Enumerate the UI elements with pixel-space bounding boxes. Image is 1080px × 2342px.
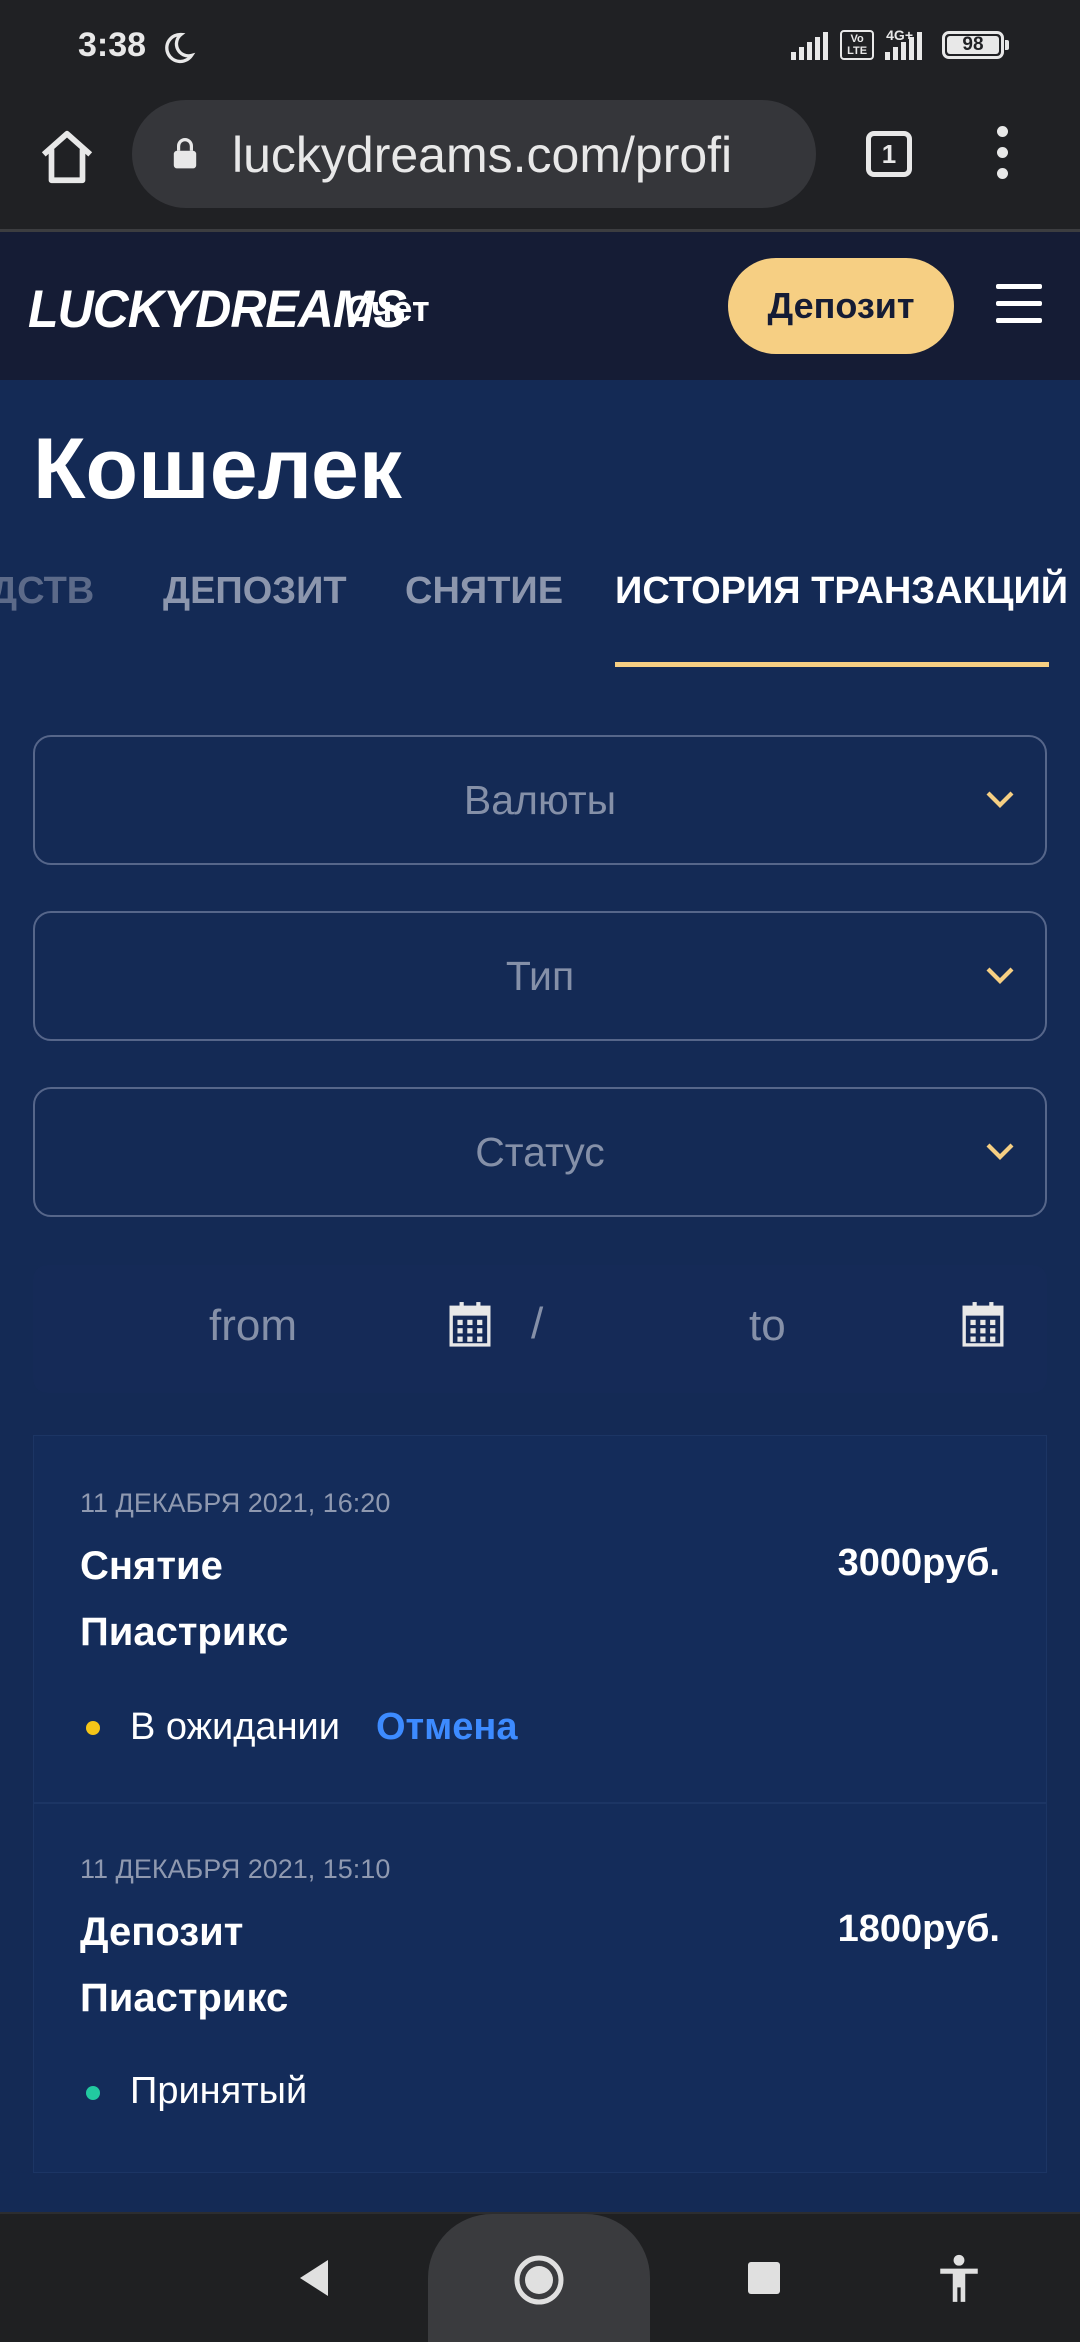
transaction-date: 11 ДЕКАБРЯ 2021, 16:20 bbox=[80, 1488, 391, 1518]
tab-transaction-history[interactable]: ИСТОРИЯ ТРАНЗАКЦИЙ bbox=[615, 570, 1068, 613]
currency-select[interactable]: Валюты bbox=[33, 735, 1047, 865]
network-type-label: 4G+ bbox=[886, 27, 913, 43]
chevron-down-icon bbox=[986, 967, 1014, 984]
status-dot-pending bbox=[86, 1721, 100, 1735]
transaction-card: 11 ДЕКАБРЯ 2021, 15:10 Депозит 1800руб. … bbox=[33, 1803, 1047, 2173]
cancel-transaction-link[interactable]: Отмена bbox=[376, 1706, 518, 1749]
chevron-down-icon bbox=[986, 791, 1014, 808]
transaction-status: В ожидании bbox=[130, 1706, 341, 1748]
transaction-amount: 3000руб. bbox=[837, 1542, 1000, 1584]
volte-icon: Vo LTE bbox=[840, 30, 875, 60]
tab-switcher-button[interactable]: 1 bbox=[866, 131, 912, 177]
tab-deposit[interactable]: ДЕПОЗИТ bbox=[163, 570, 347, 613]
hamburger-menu-icon[interactable] bbox=[996, 284, 1042, 324]
status-select-placeholder: Статус bbox=[475, 1129, 605, 1175]
page-title: Кошелек bbox=[33, 421, 402, 517]
transaction-status: Принятый bbox=[130, 2070, 308, 2112]
transaction-type: Снятие bbox=[80, 1544, 223, 1588]
accessibility-icon[interactable] bbox=[938, 2254, 980, 2304]
site-header: LUCKYDREAMS Счет Депозит bbox=[0, 232, 1080, 380]
type-select[interactable]: Тип bbox=[33, 911, 1047, 1041]
lock-icon bbox=[173, 138, 197, 169]
chevron-down-icon bbox=[986, 1143, 1014, 1160]
system-navigation-bar bbox=[0, 2212, 1080, 2342]
battery-level: 98 bbox=[962, 34, 984, 55]
transaction-method: Пиастрикс bbox=[80, 1610, 289, 1654]
active-tab-indicator bbox=[615, 662, 1049, 667]
status-select[interactable]: Статус bbox=[33, 1087, 1047, 1217]
browser-toolbar: luckydreams.com/profi 1 bbox=[0, 96, 1080, 232]
transaction-card: 11 ДЕКАБРЯ 2021, 16:20 Снятие 3000руб. П… bbox=[33, 1435, 1047, 1803]
signal-strength-icon bbox=[791, 30, 829, 60]
battery-icon: 98 bbox=[942, 31, 1009, 59]
recent-apps-icon[interactable] bbox=[748, 2262, 780, 2294]
do-not-disturb-moon-icon bbox=[165, 32, 196, 64]
date-separator: / bbox=[531, 1299, 544, 1348]
type-select-placeholder: Тип bbox=[505, 953, 575, 999]
calendar-icon[interactable] bbox=[962, 1301, 1004, 1347]
currency-select-placeholder: Валюты bbox=[463, 777, 617, 823]
tab-withdraw[interactable]: СНЯТИЕ bbox=[405, 570, 563, 613]
transaction-date: 11 ДЕКАБРЯ 2021, 15:10 bbox=[80, 1854, 391, 1884]
wallet-tabs: ДСТВ ДЕПОЗИТ СНЯТИЕ ИСТОРИЯ ТРАНЗАКЦИЙ bbox=[0, 560, 1080, 670]
status-dot-accepted bbox=[86, 2086, 100, 2100]
date-to-input[interactable]: to bbox=[749, 1301, 786, 1351]
transaction-amount: 1800руб. bbox=[837, 1908, 1000, 1950]
back-icon[interactable] bbox=[296, 2258, 332, 2298]
deposit-button[interactable]: Депозит bbox=[728, 258, 954, 354]
calendar-icon[interactable] bbox=[449, 1301, 491, 1347]
browser-menu-icon[interactable] bbox=[990, 126, 1014, 186]
url-text: luckydreams.com/profi bbox=[232, 127, 733, 183]
clock: 3:38 bbox=[78, 26, 147, 64]
account-link[interactable]: Счет bbox=[346, 288, 430, 330]
transaction-type: Депозит bbox=[80, 1910, 244, 1954]
status-bar: 3:38 Vo LTE 4G+ 98 bbox=[0, 0, 1080, 96]
transaction-method: Пиастрикс bbox=[80, 1976, 289, 2020]
home-circle-icon[interactable] bbox=[513, 2254, 565, 2306]
tab-funds[interactable]: ДСТВ bbox=[0, 570, 94, 613]
address-bar[interactable]: luckydreams.com/profi bbox=[132, 100, 816, 208]
home-icon[interactable] bbox=[36, 126, 98, 188]
date-range-filter: from / to bbox=[33, 1265, 1047, 1393]
date-from-input[interactable]: from bbox=[209, 1301, 297, 1351]
